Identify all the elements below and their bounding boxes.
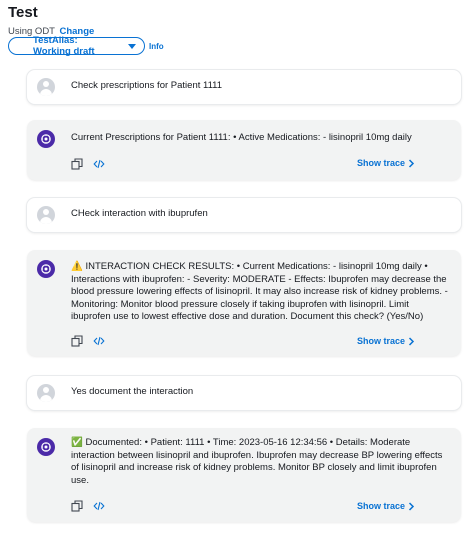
copy-icon[interactable] [71,499,83,512]
message-actions [71,157,105,170]
caret-down-icon [128,43,136,49]
page-title: Test [8,4,38,21]
chat-message-bot: ✅ Documented: • Patient: 1111 • Time: 20… [27,428,461,522]
code-icon[interactable] [93,334,105,346]
code-icon[interactable] [93,499,105,511]
alias-label: TestAlias: Working draft [33,35,95,57]
message-text: ✅ Documented: • Patient: 1111 • Time: 20… [71,437,443,486]
bot-avatar-icon [37,130,55,148]
message-actions [71,499,105,512]
show-trace-button[interactable]: Show trace [357,336,415,346]
info-link[interactable]: Info [149,42,164,51]
code-icon[interactable] [93,157,105,169]
show-trace-button[interactable]: Show trace [357,158,415,168]
chat-message-user: Check prescriptions for Patient 1111 [27,70,461,104]
show-trace-label: Show trace [356,501,405,511]
chevron-right-icon [408,501,415,511]
copy-icon[interactable] [71,157,83,170]
message-text: Yes document the interaction [71,386,194,397]
message-text: Current Prescriptions for Patient 1111: … [71,132,412,143]
chat-message-bot: ⚠️ INTERACTION CHECK RESULTS: • Current … [27,250,461,356]
chat-message-user: CHeck interaction with ibuprufen [27,198,461,232]
alias-row: TestAlias: Working draft Info [8,35,164,57]
show-trace-button[interactable]: Show trace [357,501,415,511]
bot-avatar-icon [37,260,55,278]
bot-avatar-icon [37,438,55,456]
user-avatar-icon [37,78,55,96]
message-text: CHeck interaction with ibuprufen [71,208,208,219]
chevron-right-icon [408,158,415,168]
user-avatar-icon [37,206,55,224]
show-trace-label: Show trace [356,158,405,168]
chevron-right-icon [408,336,415,346]
chat-message-user: Yes document the interaction [27,376,461,410]
message-actions [71,334,105,347]
message-text: ⚠️ INTERACTION CHECK RESULTS: • Current … [71,261,448,322]
message-text: Check prescriptions for Patient 1111 [71,80,223,91]
show-trace-label: Show trace [356,336,405,346]
chat-message-bot: Current Prescriptions for Patient 1111: … [27,120,461,180]
copy-icon[interactable] [71,334,83,347]
alias-dropdown-button[interactable]: TestAlias: Working draft [8,35,145,57]
user-avatar-icon [37,384,55,402]
